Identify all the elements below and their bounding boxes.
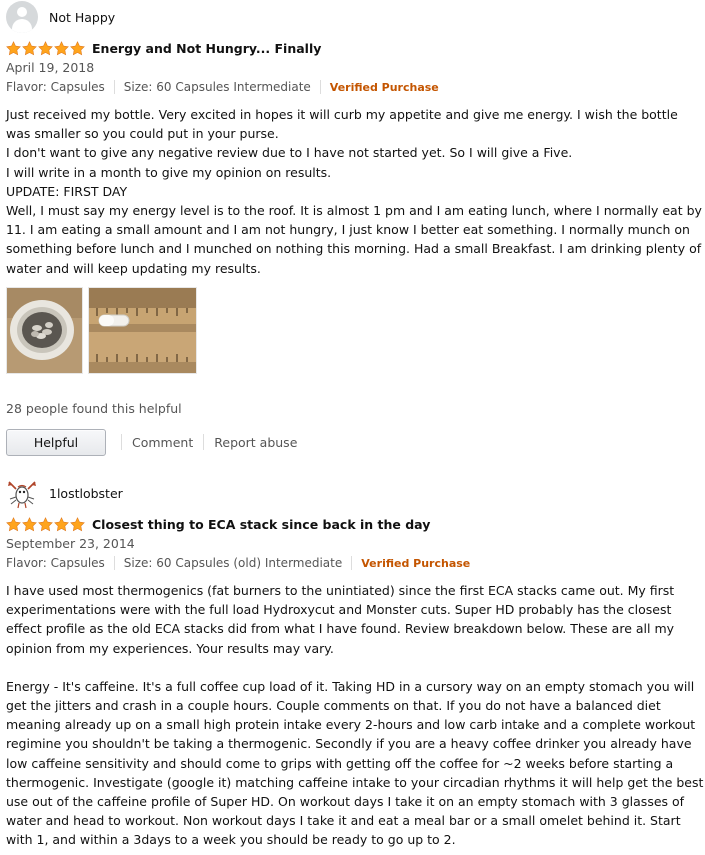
review-1: Not Happy Energy and Not Hungry... Final… — [6, 0, 705, 456]
size-label[interactable]: Size: 60 Capsules (old) Intermediate — [124, 556, 342, 570]
star-icon — [6, 40, 21, 55]
report-abuse-link[interactable]: Report abuse — [214, 435, 297, 450]
star-rating[interactable] — [6, 40, 85, 56]
review-paragraph: Energy - It's caffeine. It's a full coff… — [6, 678, 704, 848]
review-title-row: Closest thing to ECA stack since back in… — [6, 513, 705, 535]
star-icon — [70, 40, 85, 55]
reviewer-profile[interactable]: Not Happy — [6, 0, 705, 34]
review-paragraph: Just received my bottle. Very excited in… — [6, 107, 682, 142]
review-paragraph-spacer — [6, 658, 705, 677]
review-2: 1lostlobster Closest thing to ECA stack … — [6, 476, 705, 850]
size-label[interactable]: Size: 60 Capsules Intermediate — [124, 80, 311, 94]
review-image-capsule-ruler[interactable] — [88, 286, 197, 374]
review-title-row: Energy and Not Hungry... Finally — [6, 37, 705, 59]
review-date: September 23, 2014 — [6, 536, 135, 551]
divider — [113, 556, 115, 570]
flavor-label[interactable]: Flavor: Capsules — [6, 80, 105, 94]
star-icon — [22, 40, 37, 55]
star-icon — [70, 516, 85, 531]
star-icon — [38, 40, 53, 55]
review-paragraph: Well, I must say my energy level is to t… — [6, 203, 702, 276]
reviewer-profile[interactable]: 1lostlobster — [6, 476, 705, 510]
divider — [121, 434, 122, 451]
star-icon — [6, 516, 21, 531]
default-avatar-icon — [6, 1, 38, 33]
reviewer-name[interactable]: 1lostlobster — [49, 486, 123, 501]
review-paragraph: I will write in a month to give my opini… — [6, 164, 332, 180]
review-body: Just received my bottle. Very excited in… — [6, 105, 705, 278]
review-paragraph: I have used most thermogenics (fat burne… — [6, 583, 679, 656]
review-actions: Helpful Comment Report abuse — [6, 428, 705, 456]
review-format: Flavor: Capsules Size: 60 Capsules Inter… — [6, 77, 705, 97]
helpful-button[interactable]: Helpful — [6, 428, 106, 456]
star-rating[interactable] — [6, 516, 85, 532]
review-title[interactable]: Energy and Not Hungry... Finally — [92, 41, 321, 56]
divider — [113, 80, 115, 94]
verified-purchase-badge: Verified Purchase — [361, 556, 471, 570]
review-title[interactable]: Closest thing to ECA stack since back in… — [92, 517, 430, 532]
review-body: I have used most thermogenics (fat burne… — [6, 581, 705, 850]
comment-link[interactable]: Comment — [132, 435, 193, 450]
review-paragraph: I don't want to give any negative review… — [6, 145, 573, 161]
reviewer-name[interactable]: Not Happy — [49, 10, 115, 25]
divider — [351, 556, 353, 570]
review-date: April 19, 2018 — [6, 60, 95, 75]
helpful-count: 28 people found this helpful — [6, 400, 182, 416]
divider — [319, 80, 321, 94]
star-icon — [38, 516, 53, 531]
review-images — [6, 286, 705, 374]
review-image-capsule-bottle[interactable] — [6, 286, 83, 374]
review-paragraph: UPDATE: FIRST DAY — [6, 183, 128, 199]
verified-purchase-badge: Verified Purchase — [329, 80, 439, 94]
flavor-label[interactable]: Flavor: Capsules — [6, 556, 105, 570]
divider — [203, 434, 205, 451]
star-icon — [54, 516, 69, 531]
review-format: Flavor: Capsules Size: 60 Capsules (old)… — [6, 553, 705, 573]
star-icon — [22, 516, 37, 531]
star-icon — [54, 40, 69, 55]
lobster-avatar-icon — [6, 477, 38, 509]
